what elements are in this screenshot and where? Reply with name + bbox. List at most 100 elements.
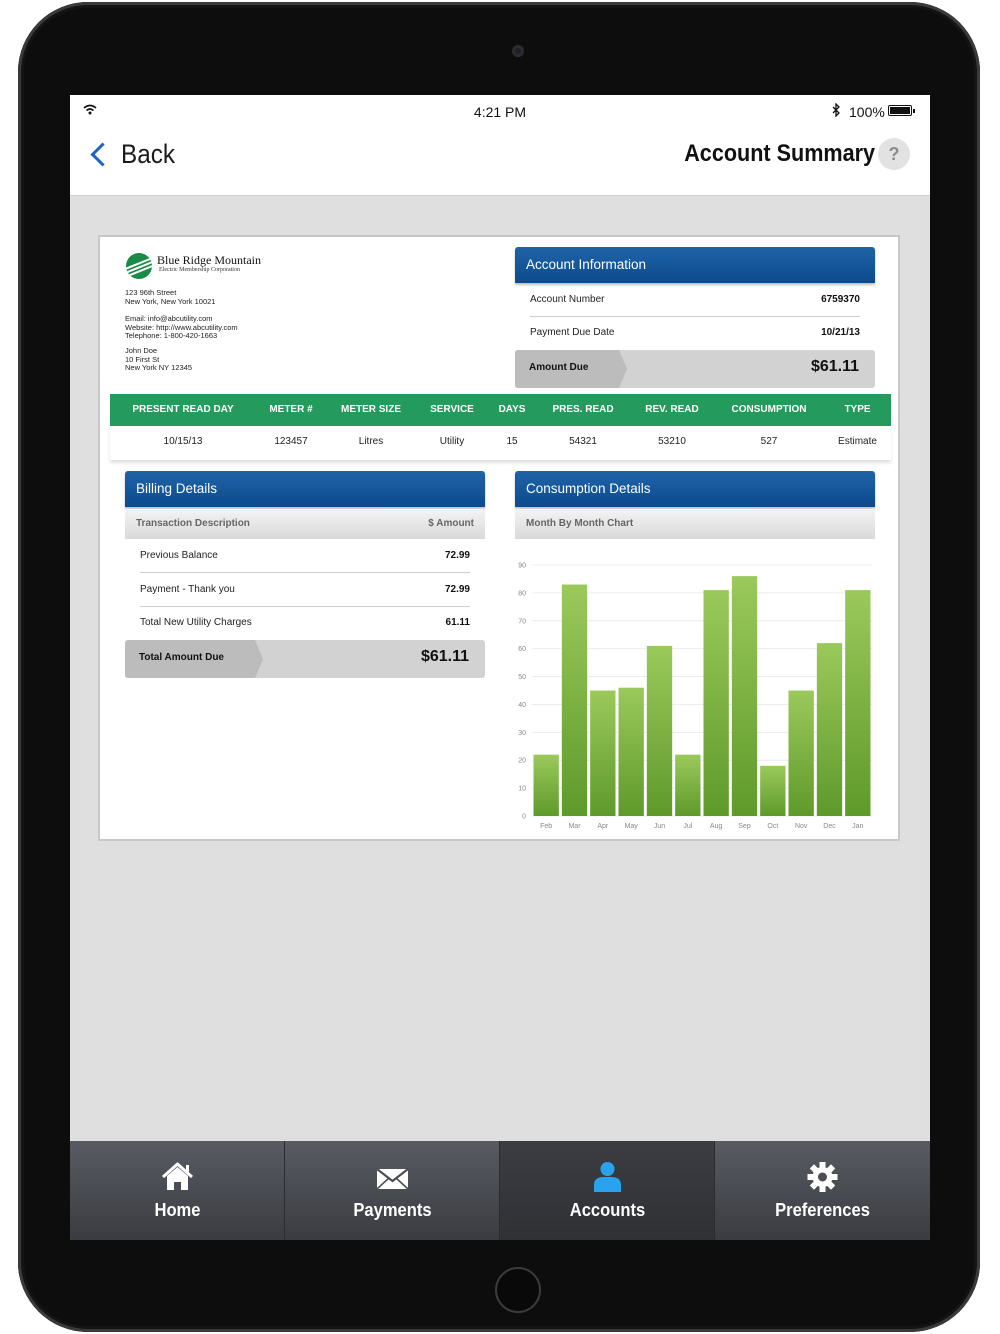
contact-telephone: Telephone: 1-800-420-1663 xyxy=(125,331,218,340)
account-number-value: 6759370 xyxy=(821,294,860,305)
divider xyxy=(140,606,470,607)
bar-oct xyxy=(760,765,786,816)
x-tick-label: Sep xyxy=(738,823,751,830)
company-name: Blue Ridge Mountain xyxy=(157,253,261,267)
y-tick-label: 10 xyxy=(518,786,526,793)
bar-dec xyxy=(816,643,843,816)
col-meter-size: METER SIZE xyxy=(340,404,401,415)
status-time: 4:21 PM xyxy=(473,104,527,120)
tab-payments[interactable]: Payments xyxy=(285,1141,500,1240)
cell-service: Utility xyxy=(439,436,465,447)
bar-jan xyxy=(845,590,871,816)
col-amount: $ Amount xyxy=(428,518,474,529)
consumption-bar-chart: 0 10 20 30 40 50 60 70 80 90 Feb Mar Apr May Jun Jul Aug… xyxy=(518,563,872,830)
billing-row-amount: 61.11 xyxy=(445,617,470,628)
bar-nov xyxy=(788,690,814,816)
tab-label: Payments xyxy=(353,1200,432,1220)
bar-apr xyxy=(590,690,616,816)
bluetooth-icon xyxy=(832,103,840,117)
account-information-header: Account Information xyxy=(515,247,875,283)
y-tick-label: 30 xyxy=(518,730,526,737)
billing-row-label: Total New Utility Charges xyxy=(140,617,252,628)
customer-city: New York NY 12345 xyxy=(125,363,192,372)
screen: 4:21 PM 100% Back Account Summary ? Blue… xyxy=(70,95,930,1240)
company-subtitle: Electric Membership Corporation xyxy=(159,267,240,273)
tab-bar: Home Payments Accounts Preferences xyxy=(70,1141,930,1240)
due-date-value: 10/21/13 xyxy=(821,327,860,338)
cell-meter-size: Litres xyxy=(358,436,384,447)
help-button[interactable]: ? xyxy=(878,138,910,170)
divider xyxy=(530,316,860,317)
tab-accounts[interactable]: Accounts xyxy=(500,1141,715,1240)
billing-row-label: Previous Balance xyxy=(140,550,218,561)
col-present-read-day: PRESENT READ DAY xyxy=(132,404,234,415)
bar-aug xyxy=(703,590,729,816)
meter-table-header: PRESENT READ DAY METER # METER SIZE SERV… xyxy=(110,394,891,426)
company-contact: Email: info@abcutility.com Website: http… xyxy=(125,314,238,341)
back-button[interactable]: Back xyxy=(88,139,181,170)
bar-may xyxy=(618,687,644,816)
col-transaction-description: Transaction Description xyxy=(136,518,250,529)
billing-row-amount: 72.99 xyxy=(444,550,470,561)
x-tick-label: May xyxy=(625,823,639,830)
amount-due-label: Amount Due xyxy=(529,362,589,373)
col-days: DAYS xyxy=(498,404,526,415)
y-tick-label: 20 xyxy=(518,758,526,765)
bar-feb xyxy=(533,754,559,816)
bar-jul xyxy=(675,754,701,816)
battery-percent: 100% xyxy=(849,104,885,120)
y-tick-label: 70 xyxy=(518,618,526,625)
col-meter-number: METER # xyxy=(269,404,313,415)
tab-label: Accounts xyxy=(569,1200,646,1220)
status-bar: 4:21 PM 100% xyxy=(70,95,930,129)
total-amount-due-label: Total Amount Due xyxy=(139,652,224,663)
col-consumption: CONSUMPTION xyxy=(731,404,807,415)
tab-label: Home xyxy=(154,1200,201,1220)
cell-type: Estimate xyxy=(838,436,877,447)
total-amount-due-box: Total Amount Due $61.11 xyxy=(125,640,485,678)
tab-preferences[interactable]: Preferences xyxy=(715,1141,930,1240)
cell-consumption: 527 xyxy=(760,436,778,447)
camera xyxy=(512,45,524,57)
customer-address: John Doe 10 First St New York NY 12345 xyxy=(125,346,192,373)
x-tick-label: Mar xyxy=(568,823,581,830)
y-tick-label: 40 xyxy=(518,702,526,709)
home-hardware-button[interactable] xyxy=(495,1267,541,1313)
divider xyxy=(140,572,470,573)
cell-pres-read: 54321 xyxy=(569,436,597,447)
y-tick-label: 0 xyxy=(522,814,526,821)
due-date-label: Payment Due Date xyxy=(530,327,615,338)
bar-sep xyxy=(731,576,758,816)
x-tick-label: Jul xyxy=(683,823,692,830)
cell-rev-read: 53210 xyxy=(658,436,686,447)
billing-row-amount: 72.99 xyxy=(444,584,470,595)
y-tick-label: 50 xyxy=(518,674,526,681)
back-label: Back xyxy=(121,139,176,169)
bar-jun xyxy=(646,645,673,816)
envelope-icon xyxy=(376,1168,409,1190)
x-tick-label: Oct xyxy=(767,823,778,830)
tab-home[interactable]: Home xyxy=(70,1141,285,1240)
company-address: 123 96th Street New York, New York 10021 xyxy=(125,288,215,306)
col-service: SERVICE xyxy=(430,404,474,415)
y-tick-label: 90 xyxy=(518,563,526,570)
consumption-details-header: Consumption Details xyxy=(515,471,875,507)
col-pres-read: PRES. READ xyxy=(552,404,614,415)
table-row: 10/15/13 123457 Litres Utility 15 54321 … xyxy=(110,426,891,460)
billing-row-label: Payment - Thank you xyxy=(140,584,235,595)
x-tick-label: Jun xyxy=(654,823,665,830)
x-tick-label: Apr xyxy=(597,823,609,830)
x-tick-label: Jan xyxy=(852,823,863,830)
navigation-bar: Back Account Summary ? xyxy=(70,129,930,196)
battery-icon xyxy=(888,105,915,116)
company-logo xyxy=(126,253,152,279)
x-tick-label: Dec xyxy=(823,823,836,830)
x-tick-label: Nov xyxy=(795,823,808,830)
cell-meter-number: 123457 xyxy=(274,436,308,447)
account-summary-card: Blue Ridge Mountain Electric Membership … xyxy=(98,235,900,841)
consumption-subheader: Month By Month Chart xyxy=(515,509,875,539)
tab-label: Preferences xyxy=(775,1200,870,1220)
x-tick-label: Feb xyxy=(540,823,552,830)
col-type: TYPE xyxy=(844,404,871,415)
bar-mar xyxy=(561,584,588,816)
